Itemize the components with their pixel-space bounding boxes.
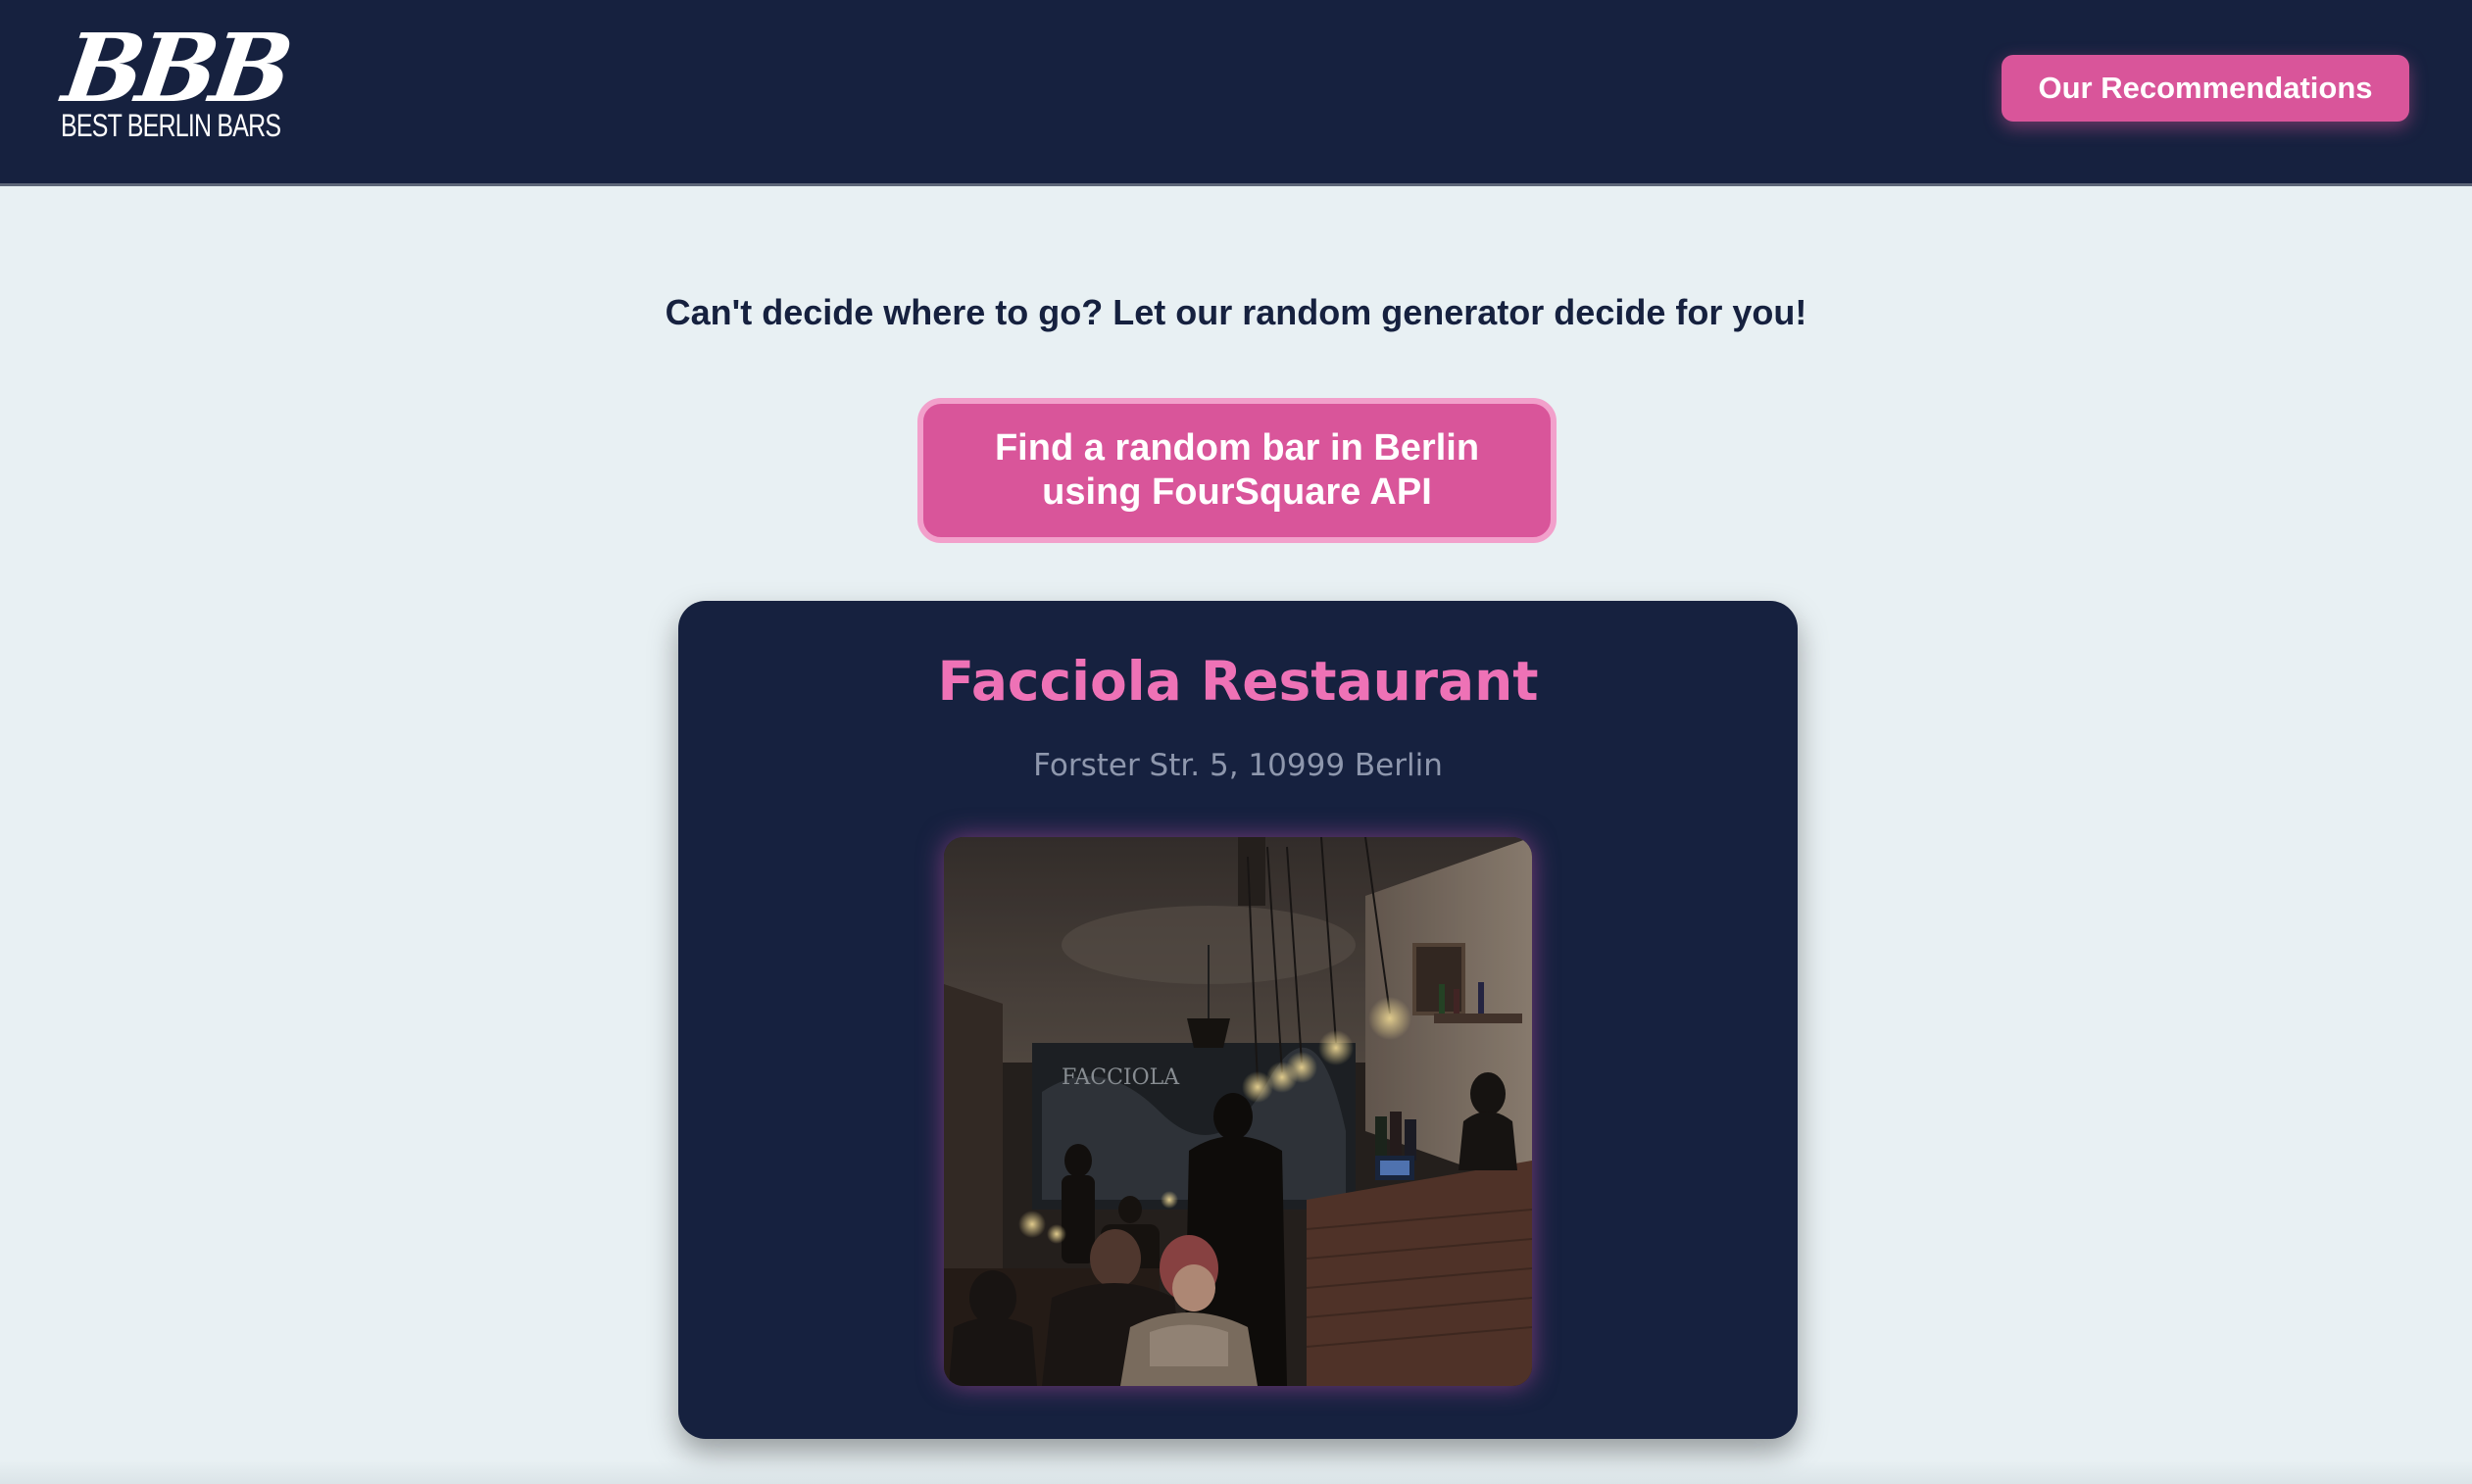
bar-photo: FACCIOLA xyxy=(944,837,1532,1386)
page-bottom-shadow xyxy=(0,1460,2472,1484)
site-logo[interactable]: BBB BEST BERLIN BARS xyxy=(57,13,293,149)
bar-name: Facciola Restaurant xyxy=(937,650,1539,713)
site-header: BBB BEST BERLIN BARS Our Recommendations xyxy=(0,0,2472,186)
random-bar-button[interactable]: Find a random bar in Berlin using FourSq… xyxy=(917,398,1557,543)
logo-text: BEST BERLIN BARS xyxy=(61,108,281,143)
logo-mark: BBB xyxy=(57,13,294,124)
bar-address: Forster Str. 5, 10999 Berlin xyxy=(1033,748,1443,783)
bar-result-card: Facciola Restaurant Forster Str. 5, 1099… xyxy=(678,601,1798,1439)
tagline: Can't decide where to go? Let our random… xyxy=(665,292,1807,332)
recommendations-button[interactable]: Our Recommendations xyxy=(2002,55,2409,122)
